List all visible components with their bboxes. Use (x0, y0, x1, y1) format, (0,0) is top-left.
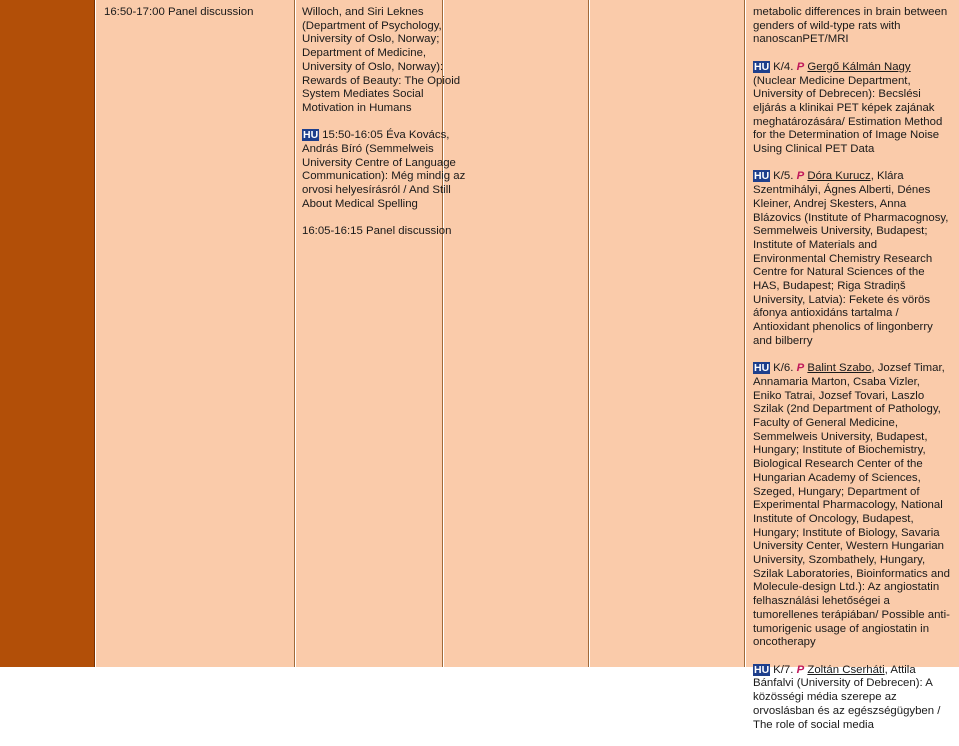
empty-column-2 (590, 0, 745, 667)
time-column (96, 0, 295, 667)
presenter-marker: P (796, 362, 805, 375)
poster-entry-k6: HU K/6. P Balint Szabo, Jozsef Timar, Ann… (753, 362, 951, 650)
hu-language-badge: HU (753, 362, 771, 375)
presenter-marker: P (796, 170, 805, 183)
poster-entry-k7: HU K/7. P Zoltán Cserháti, Attila Bánfalv… (753, 663, 951, 733)
presenter-marker: P (796, 60, 805, 73)
hu-language-badge: HU (753, 663, 771, 676)
presenter-name: Dóra Kurucz (807, 170, 871, 183)
presenter-name: Zoltán Cserháti (807, 663, 885, 676)
hu-language-badge: HU (302, 129, 320, 142)
poster-code: K/5. (773, 170, 794, 183)
poster-code: K/6. (773, 362, 794, 375)
presentations-cell: Willoch, and Siri Leknes (Department of … (302, 6, 470, 253)
presenter-name: Balint Szabo (807, 362, 872, 375)
poster-code: K/7. (773, 663, 794, 676)
poster-entry-continued: metabolic differences in brain between g… (753, 6, 948, 46)
presenter-name: Gergő Kálmán Nagy (807, 60, 911, 73)
presentation-entry: HU 15:50-16:05 Éva Kovács, András Bíró (S… (302, 129, 470, 211)
hu-language-badge: HU (753, 170, 771, 183)
poster-details: , Klára Szentmihályi, Ágnes Alberti, Dén… (753, 170, 949, 347)
presenter-marker: P (796, 663, 805, 676)
presentation-entry-text: 15:50-16:05 Éva Kovács, András Bíró (Sem… (302, 129, 466, 210)
poster-entry-k5: HU K/5. P Dóra Kurucz, Klára Szentmihályi… (753, 170, 951, 348)
poster-details: (Nuclear Medicine Department, University… (753, 74, 943, 156)
color-band-column (0, 0, 95, 667)
panel-discussion-entry: 16:05-16:15 Panel discussion (302, 225, 452, 238)
poster-code: K/4. (773, 60, 794, 73)
presentation-entry: Willoch, and Siri Leknes (Department of … (302, 6, 461, 114)
hu-language-badge: HU (753, 60, 771, 73)
posters-cell: metabolic differences in brain between g… (753, 6, 951, 746)
poster-entry-k4: HU K/4. P Gergő Kálmán Nagy (Nuclear Medi… (753, 60, 951, 157)
time-slot-label: 16:50-17:00 Panel discussion (104, 6, 254, 18)
poster-details: , Jozsef Timar, Annamaria Marton, Csaba … (753, 362, 950, 649)
